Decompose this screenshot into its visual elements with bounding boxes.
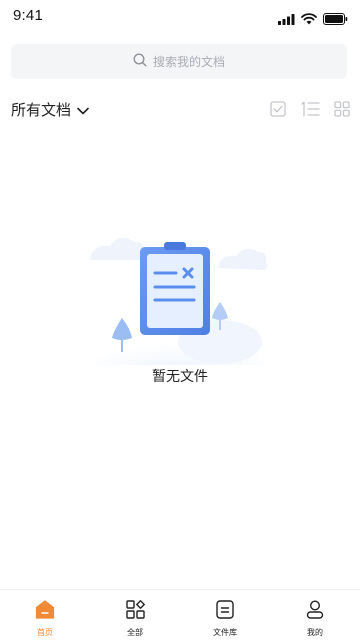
status-bar: 9:41 (0, 0, 360, 34)
tab-label: 我的 (307, 628, 323, 637)
tab-label: 全部 (127, 628, 143, 637)
tab-home[interactable]: 首页 (0, 590, 90, 640)
file-library-icon (216, 600, 234, 623)
status-time: 9:41 (13, 7, 43, 24)
empty-clipboard-illustration (80, 230, 280, 380)
empty-state-message: 暂无文件 (152, 369, 208, 385)
tab-all[interactable]: 全部 (90, 590, 180, 640)
tab-profile[interactable]: 我的 (270, 590, 360, 640)
sort-list-icon[interactable] (300, 101, 320, 117)
status-icons (278, 10, 348, 29)
bottom-tab-bar: 首页 全部 文件库 我的 (0, 589, 360, 640)
search-input[interactable]: 搜索我的文档 (153, 53, 225, 70)
home-icon (35, 600, 55, 623)
tab-label: 首页 (37, 628, 53, 637)
signal-icon (278, 10, 295, 29)
tab-label: 文件库 (213, 628, 237, 637)
battery-icon (323, 10, 348, 29)
document-filter-label: 所有文档 (11, 101, 72, 119)
wifi-icon (301, 10, 317, 29)
search-bar[interactable]: 搜索我的文档 (11, 44, 347, 79)
document-filter-dropdown[interactable]: 所有文档 (11, 99, 89, 120)
checkbox-icon[interactable] (270, 101, 286, 117)
toolbar: 所有文档 (0, 96, 360, 124)
tab-file-library[interactable]: 文件库 (180, 590, 270, 640)
toolbar-icons (270, 101, 350, 117)
profile-icon (306, 600, 324, 623)
chevron-down-icon (77, 100, 89, 119)
grid-view-icon[interactable] (334, 101, 350, 117)
search-icon (133, 52, 147, 71)
all-apps-icon (125, 600, 145, 623)
